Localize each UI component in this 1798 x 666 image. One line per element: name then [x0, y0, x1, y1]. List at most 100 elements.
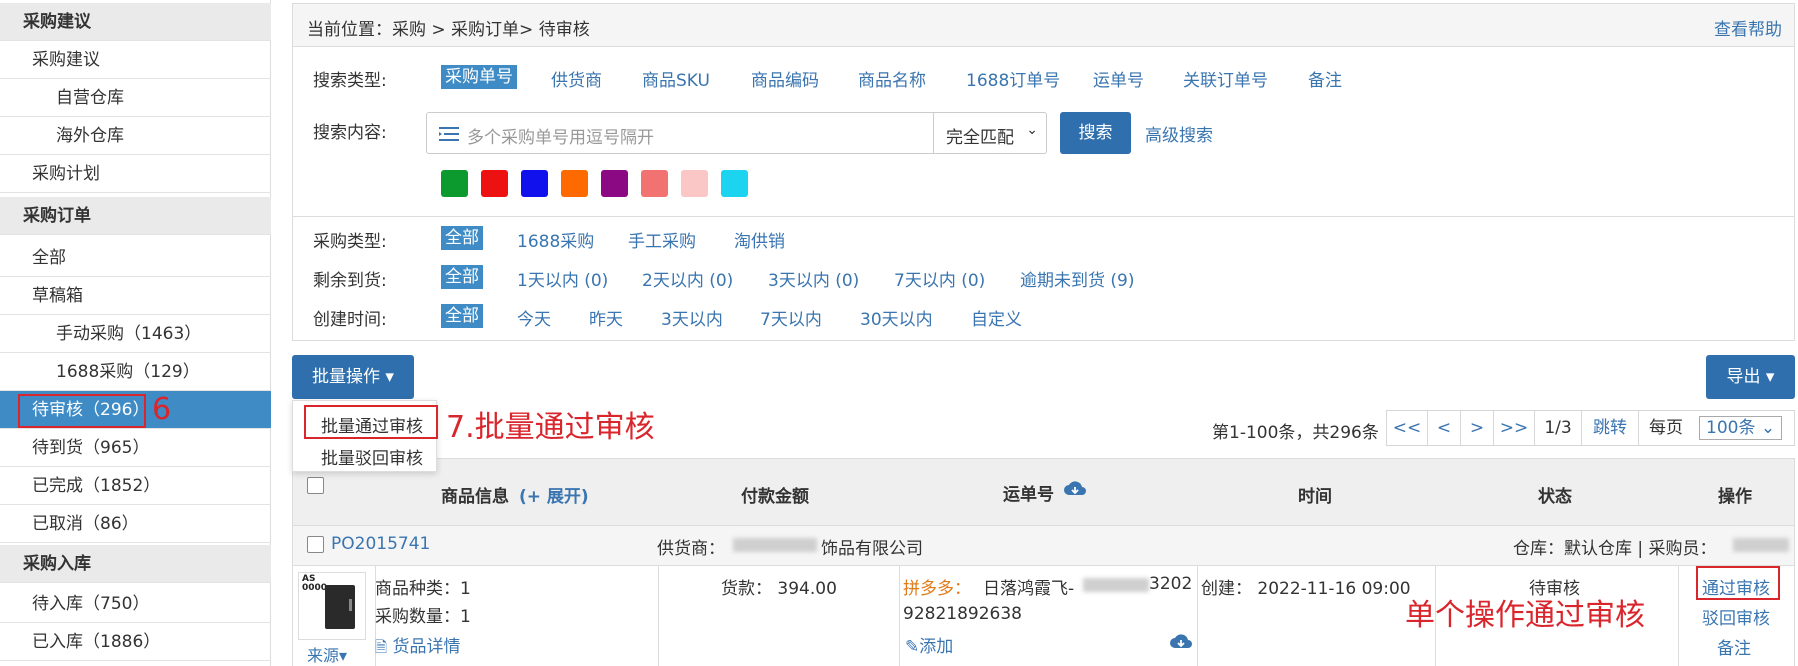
sidebar-item-label: 采购计划: [32, 164, 100, 184]
created-yesterday[interactable]: 昨天: [589, 305, 623, 330]
search-content-label: 搜索内容:: [313, 123, 387, 143]
sidebar-item-to-inbound[interactable]: 待入库（750）: [0, 585, 271, 623]
batch-operation-button[interactable]: 批量操作 ▾: [292, 355, 414, 399]
color-swatch-red[interactable]: [481, 170, 508, 197]
goods-qty: 采购数量：1: [375, 607, 471, 627]
cloud-download-icon[interactable]: [1169, 632, 1193, 652]
notebook-clasp: [349, 599, 352, 611]
sidebar-item-suggestion[interactable]: 采购建议: [0, 41, 271, 79]
sidebar-item-label: 已取消（86）: [32, 514, 139, 534]
created-time: 创建： 2022-11-16 09:00: [1201, 579, 1411, 599]
sidebar-item-own-warehouse[interactable]: 自营仓库: [0, 79, 271, 117]
per-page-control: 每页 100条 ⌄: [1638, 410, 1795, 446]
col-waybill: 运单号: [1003, 485, 1054, 505]
sidebar-section-label: 采购入库: [23, 554, 91, 574]
search-type-po[interactable]: 采购单号: [441, 65, 517, 89]
redacted-supplier: [733, 538, 817, 552]
created-30days[interactable]: 30天以内: [860, 305, 933, 330]
purchase-type-1688[interactable]: 1688采购: [517, 227, 594, 252]
color-swatch-cyan[interactable]: [721, 170, 748, 197]
sidebar-item-label: 手动采购（1463）: [56, 324, 202, 344]
search-type-related[interactable]: 关联订单号: [1183, 66, 1268, 91]
remaining-2days[interactable]: 2天以内 (0): [642, 266, 733, 291]
sidebar-item-all[interactable]: 全部: [0, 239, 271, 277]
sidebar-item-inbounded[interactable]: 已入库（1886）: [0, 623, 271, 661]
source-dropdown[interactable]: 来源▾: [307, 642, 347, 666]
export-button[interactable]: 导出 ▾: [1706, 355, 1795, 399]
created-3days[interactable]: 3天以内: [661, 305, 723, 330]
remaining-7days[interactable]: 7天以内 (0): [894, 266, 985, 291]
created-custom[interactable]: 自定义: [971, 305, 1022, 330]
platform-label: 拼多多：: [903, 579, 971, 599]
expand-link[interactable]: (+ 展开): [519, 482, 589, 507]
remaining-1day[interactable]: 1天以内 (0): [517, 266, 608, 291]
pagination-jump[interactable]: 跳转: [1581, 410, 1639, 446]
sidebar-item-awaiting-arrival[interactable]: 待到货（965）: [0, 429, 271, 467]
created-today[interactable]: 今天: [517, 305, 551, 330]
created-all[interactable]: 全部: [441, 304, 483, 328]
edit-icon: ✎: [905, 637, 920, 657]
warehouse-info: 仓库：默认仓库 | 采购员：: [1513, 539, 1717, 559]
sidebar-item-manual[interactable]: 手动采购（1463）: [0, 315, 271, 353]
product-thumbnail[interactable]: AS 0000: [298, 572, 366, 640]
remaining-3days[interactable]: 3天以内 (0): [768, 266, 859, 291]
select-all-checkbox[interactable]: [307, 477, 324, 494]
search-button[interactable]: 搜索: [1060, 112, 1131, 154]
order-group-header: PO2015741 供货商： 饰品有限公司 仓库：默认仓库 | 采购员：: [292, 526, 1795, 566]
sidebar-item-cancelled[interactable]: 已取消（86）: [0, 505, 271, 543]
color-swatch-purple[interactable]: [601, 170, 628, 197]
pagination-page: 1/3: [1534, 410, 1582, 446]
color-swatch-blue[interactable]: [521, 170, 548, 197]
annotation-step-6: 6: [152, 392, 172, 427]
pagination-last[interactable]: >>: [1493, 410, 1535, 446]
search-placeholder: 多个采购单号用逗号隔开: [467, 128, 654, 148]
search-type-name[interactable]: 商品名称: [858, 66, 926, 91]
waybill-suffix: 3202: [1149, 574, 1193, 594]
search-type-1688[interactable]: 1688订单号: [966, 66, 1060, 91]
pagination-first[interactable]: <<: [1386, 410, 1428, 446]
color-swatch-salmon[interactable]: [641, 170, 668, 197]
goods-kinds: 商品种类：1: [375, 574, 471, 599]
sidebar-item-completed[interactable]: 已完成（1852）: [0, 467, 271, 505]
search-type-waybill[interactable]: 运单号: [1093, 66, 1144, 91]
advanced-search-link[interactable]: 高级搜索: [1145, 121, 1213, 146]
annotation-single-approve: 单个操作通过审核: [1405, 598, 1645, 633]
sidebar-item-1688[interactable]: 1688采购（129）: [0, 353, 271, 391]
purchase-type-all[interactable]: 全部: [441, 226, 483, 250]
reject-link[interactable]: 驳回审核: [1702, 604, 1770, 629]
sidebar-item-overseas-warehouse[interactable]: 海外仓库: [0, 117, 271, 155]
order-checkbox[interactable]: [307, 536, 324, 553]
color-swatch-orange[interactable]: [561, 170, 588, 197]
remaining-all[interactable]: 全部: [441, 265, 483, 289]
purchase-type-taogongxiao[interactable]: 淘供销: [734, 227, 785, 252]
sidebar-item-drafts[interactable]: 草稿箱: [0, 277, 271, 315]
batch-reject-item[interactable]: 批量驳回审核: [321, 444, 423, 469]
supplier-label: 供货商：: [657, 539, 725, 559]
search-type-sku[interactable]: 商品SKU: [642, 66, 710, 91]
search-type-code[interactable]: 商品编码: [751, 66, 819, 91]
pagination-prev[interactable]: <: [1427, 410, 1461, 446]
cloud-download-icon[interactable]: [1063, 479, 1087, 499]
color-swatch-green[interactable]: [441, 170, 468, 197]
add-waybill-link[interactable]: ✎添加: [905, 632, 953, 657]
redacted-buyer: [1733, 538, 1789, 552]
created-time-label: 创建时间:: [313, 310, 387, 330]
help-link[interactable]: 查看帮助: [1714, 15, 1782, 40]
color-swatch-pink[interactable]: [681, 170, 708, 197]
sidebar: 采购建议 采购建议 自营仓库 海外仓库 采购计划 采购订单 全部 草稿箱 手动采…: [0, 0, 271, 666]
order-id-link[interactable]: PO2015741: [331, 534, 430, 554]
search-type-supplier[interactable]: 供货商: [551, 66, 602, 91]
highlight-box-batch-approve: [304, 405, 438, 439]
purchase-type-manual[interactable]: 手工采购: [628, 227, 696, 252]
per-page-select[interactable]: 100条 ⌄: [1699, 416, 1783, 440]
created-7days[interactable]: 7天以内: [760, 305, 822, 330]
match-select-value: 完全匹配: [946, 128, 1014, 148]
match-select[interactable]: 完全匹配 ⌄: [933, 112, 1047, 154]
remark-link[interactable]: 备注: [1717, 634, 1751, 659]
list-icon: [439, 127, 459, 141]
search-type-remark[interactable]: 备注: [1308, 66, 1342, 91]
sidebar-item-plan[interactable]: 采购计划: [0, 155, 271, 193]
detail-link[interactable]: 🗎 货品详情: [375, 632, 460, 662]
pagination-next[interactable]: >: [1460, 410, 1494, 446]
remaining-overdue[interactable]: 逾期未到货 (9): [1020, 266, 1134, 291]
